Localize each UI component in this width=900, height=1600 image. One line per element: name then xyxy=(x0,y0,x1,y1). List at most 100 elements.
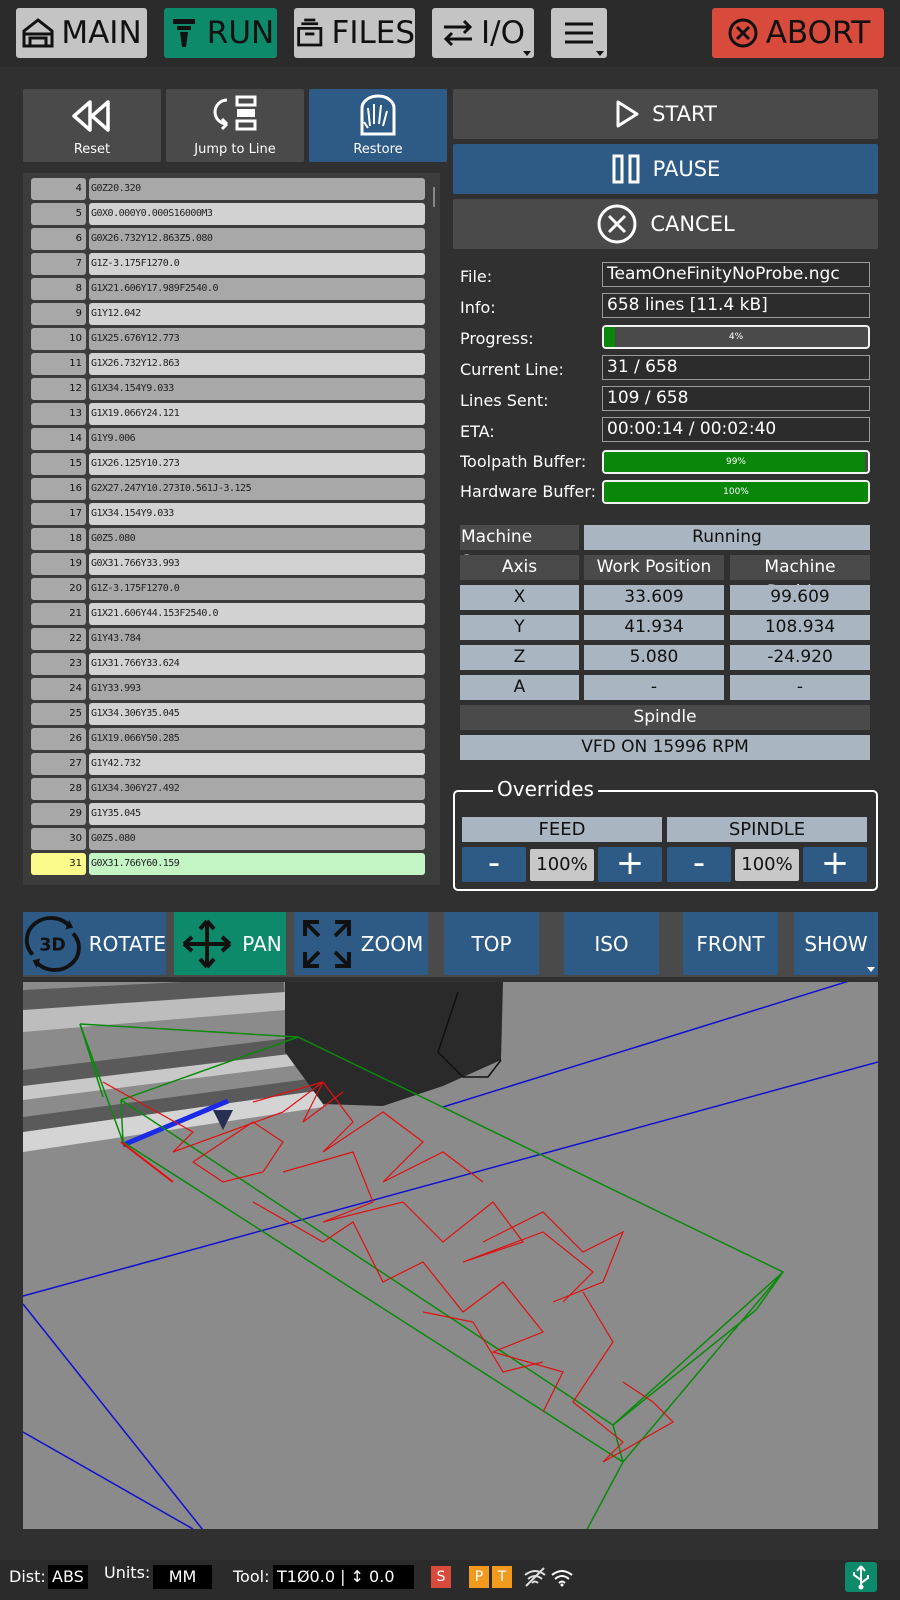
gcode-line-row[interactable]: 12 G1X34.154Y9.033 xyxy=(31,378,425,400)
gcode-line-row[interactable]: 25 G1X34.306Y35.045 xyxy=(31,703,425,725)
pause-label: PAUSE xyxy=(652,157,721,181)
gcode-line-row[interactable]: 8 G1X21.606Y17.989F2540.0 xyxy=(31,278,425,300)
gcode-line-number: 24 xyxy=(31,678,86,700)
gcode-line-row[interactable]: 6 G0X26.732Y12.863Z5.080 xyxy=(31,228,425,250)
gcode-line-row[interactable]: 9 G1Y12.042 xyxy=(31,303,425,325)
gcode-line-row[interactable]: 4 G0Z20.320 xyxy=(31,178,425,200)
io-tab[interactable]: I/O xyxy=(432,8,534,58)
swap-arrows-icon xyxy=(443,19,473,47)
gcode-line-number: 15 xyxy=(31,453,86,475)
gcode-line-row[interactable]: 10 G1X25.676Y12.773 xyxy=(31,328,425,350)
gcode-line-text: G0X31.766Y33.993 xyxy=(89,553,425,575)
gcode-line-row[interactable]: 26 G1X19.066Y50.285 xyxy=(31,728,425,750)
probe-status-flag: P xyxy=(469,1566,489,1588)
menu-button[interactable] xyxy=(551,8,607,58)
file-label: File: xyxy=(460,267,493,286)
gcode-line-row[interactable]: 22 G1Y43.784 xyxy=(31,628,425,650)
gcode-scrollbar[interactable] xyxy=(433,187,435,207)
files-tab[interactable]: FILES xyxy=(294,8,415,58)
lines-sent-value: 109 / 658 xyxy=(602,386,870,411)
start-button[interactable]: START xyxy=(453,89,878,139)
jump-to-line-button[interactable]: Jump to Line xyxy=(166,89,304,162)
files-icon xyxy=(297,18,323,47)
gcode-line-row[interactable]: 15 G1X26.125Y10.273 xyxy=(31,453,425,475)
gcode-line-row[interactable]: 20 G1Z-3.175F1270.0 xyxy=(31,578,425,600)
gcode-line-row[interactable]: 5 G0X0.000Y0.000S16000M3 xyxy=(31,203,425,225)
gcode-line-text: G1Y35.045 xyxy=(89,803,425,825)
usb-icon xyxy=(853,1565,869,1590)
gcode-line-row[interactable]: 21 G1X21.606Y44.153F2540.0 xyxy=(31,603,425,625)
spindle-minus-button[interactable]: - xyxy=(667,846,731,882)
gcode-line-text: G0X31.766Y60.159 xyxy=(89,853,425,875)
gcode-line-number: 30 xyxy=(31,828,86,850)
rotate-button[interactable]: 3D ROTATE xyxy=(23,912,166,975)
hardware-buffer-bar: 100% xyxy=(602,480,870,504)
feed-minus-button[interactable]: - xyxy=(462,846,526,882)
gcode-line-row[interactable]: 11 G1X26.732Y12.863 xyxy=(31,353,425,375)
restore-button[interactable]: Restore xyxy=(309,89,447,162)
gcode-line-text: G1X34.154Y9.033 xyxy=(89,503,425,525)
axis-x-name: X xyxy=(460,585,579,610)
gcode-line-row[interactable]: 13 G1X19.066Y24.121 xyxy=(31,403,425,425)
gcode-line-row[interactable]: 29 G1Y35.045 xyxy=(31,803,425,825)
gcode-line-number: 11 xyxy=(31,353,86,375)
spindle-plus-button[interactable]: + xyxy=(803,846,867,882)
run-tab[interactable]: RUN xyxy=(164,8,277,58)
jump-to-line-label: Jump to Line xyxy=(194,142,276,157)
work-position-header: Work Position xyxy=(584,555,724,580)
show-button[interactable]: SHOW xyxy=(794,912,878,975)
spindle-header: Spindle xyxy=(460,705,870,730)
dist-label: Dist: xyxy=(9,1567,46,1586)
gcode-line-number: 25 xyxy=(31,703,86,725)
hardware-buffer-label: Hardware Buffer: xyxy=(460,482,597,501)
play-icon xyxy=(616,100,639,128)
gcode-line-row[interactable]: 30 G0Z5.080 xyxy=(31,828,425,850)
gcode-line-row[interactable]: 14 G1Y9.006 xyxy=(31,428,425,450)
reset-button[interactable]: Reset xyxy=(23,89,161,162)
gcode-line-number: 9 xyxy=(31,303,86,325)
gcode-line-text: G1X31.766Y33.624 xyxy=(89,653,425,675)
gcode-line-text: G1Y43.784 xyxy=(89,628,425,650)
toolpath-scene xyxy=(23,982,878,1529)
pan-label: PAN xyxy=(242,931,282,956)
gcode-line-row[interactable]: 28 G1X34.306Y27.492 xyxy=(31,778,425,800)
reset-label: Reset xyxy=(73,142,111,157)
main-tab[interactable]: MAIN xyxy=(16,8,147,58)
gcode-line-row[interactable]: 7 G1Z-3.175F1270.0 xyxy=(31,253,425,275)
toolpath-buffer-text: 99% xyxy=(725,457,746,467)
gcode-list[interactable]: 4 G0Z20.320 5 G0X0.000Y0.000S16000M3 6 G0X26.… xyxy=(23,173,440,885)
units-value[interactable]: MM xyxy=(153,1565,212,1589)
gcode-line-row[interactable]: 18 G0Z5.080 xyxy=(31,528,425,550)
abort-button[interactable]: ABORT xyxy=(712,8,884,58)
dist-value[interactable]: ABS xyxy=(48,1565,88,1589)
start-label: START xyxy=(652,102,717,126)
gcode-line-row[interactable]: 19 G0X31.766Y33.993 xyxy=(31,553,425,575)
cancel-button[interactable]: CANCEL xyxy=(453,199,878,249)
iso-view-button[interactable]: ISO xyxy=(564,912,659,975)
front-view-button[interactable]: FRONT xyxy=(683,912,778,975)
gcode-line-number: 19 xyxy=(31,553,86,575)
gcode-line-row[interactable]: 23 G1X31.766Y33.624 xyxy=(31,653,425,675)
gcode-line-row[interactable]: 17 G1X34.154Y9.033 xyxy=(31,503,425,525)
gcode-line-row[interactable]: 16 G2X27.247Y10.273I0.561J-3.125 xyxy=(31,478,425,500)
feed-plus-button[interactable]: + xyxy=(598,846,662,882)
lines-sent-label: Lines Sent: xyxy=(460,391,549,410)
axis-header: Axis xyxy=(460,555,579,580)
zoom-button[interactable]: ZOOM xyxy=(294,912,428,975)
gcode-line-row[interactable]: 31 G0X31.766Y60.159 xyxy=(31,853,425,875)
usb-connection-status[interactable] xyxy=(845,1562,877,1592)
toolpath-3d-viewport[interactable] xyxy=(23,982,878,1529)
spindle-value: VFD ON 15996 RPM xyxy=(460,735,870,760)
front-view-label: FRONT xyxy=(696,931,765,956)
gcode-line-row[interactable]: 24 G1Y33.993 xyxy=(31,678,425,700)
tool-value[interactable]: T1Ø0.0 | ↕ 0.0 xyxy=(273,1565,414,1589)
gcode-line-text: G0Z5.080 xyxy=(89,828,425,850)
pause-button[interactable]: PAUSE xyxy=(453,144,878,194)
gcode-line-row[interactable]: 27 G1Y42.732 xyxy=(31,753,425,775)
abort-x-icon xyxy=(728,18,758,48)
top-view-button[interactable]: TOP xyxy=(444,912,539,975)
info-value: 658 lines [11.4 kB] xyxy=(602,293,870,318)
dropdown-caret-icon xyxy=(867,967,875,972)
pan-button[interactable]: PAN xyxy=(174,912,286,975)
gcode-line-number: 6 xyxy=(31,228,86,250)
